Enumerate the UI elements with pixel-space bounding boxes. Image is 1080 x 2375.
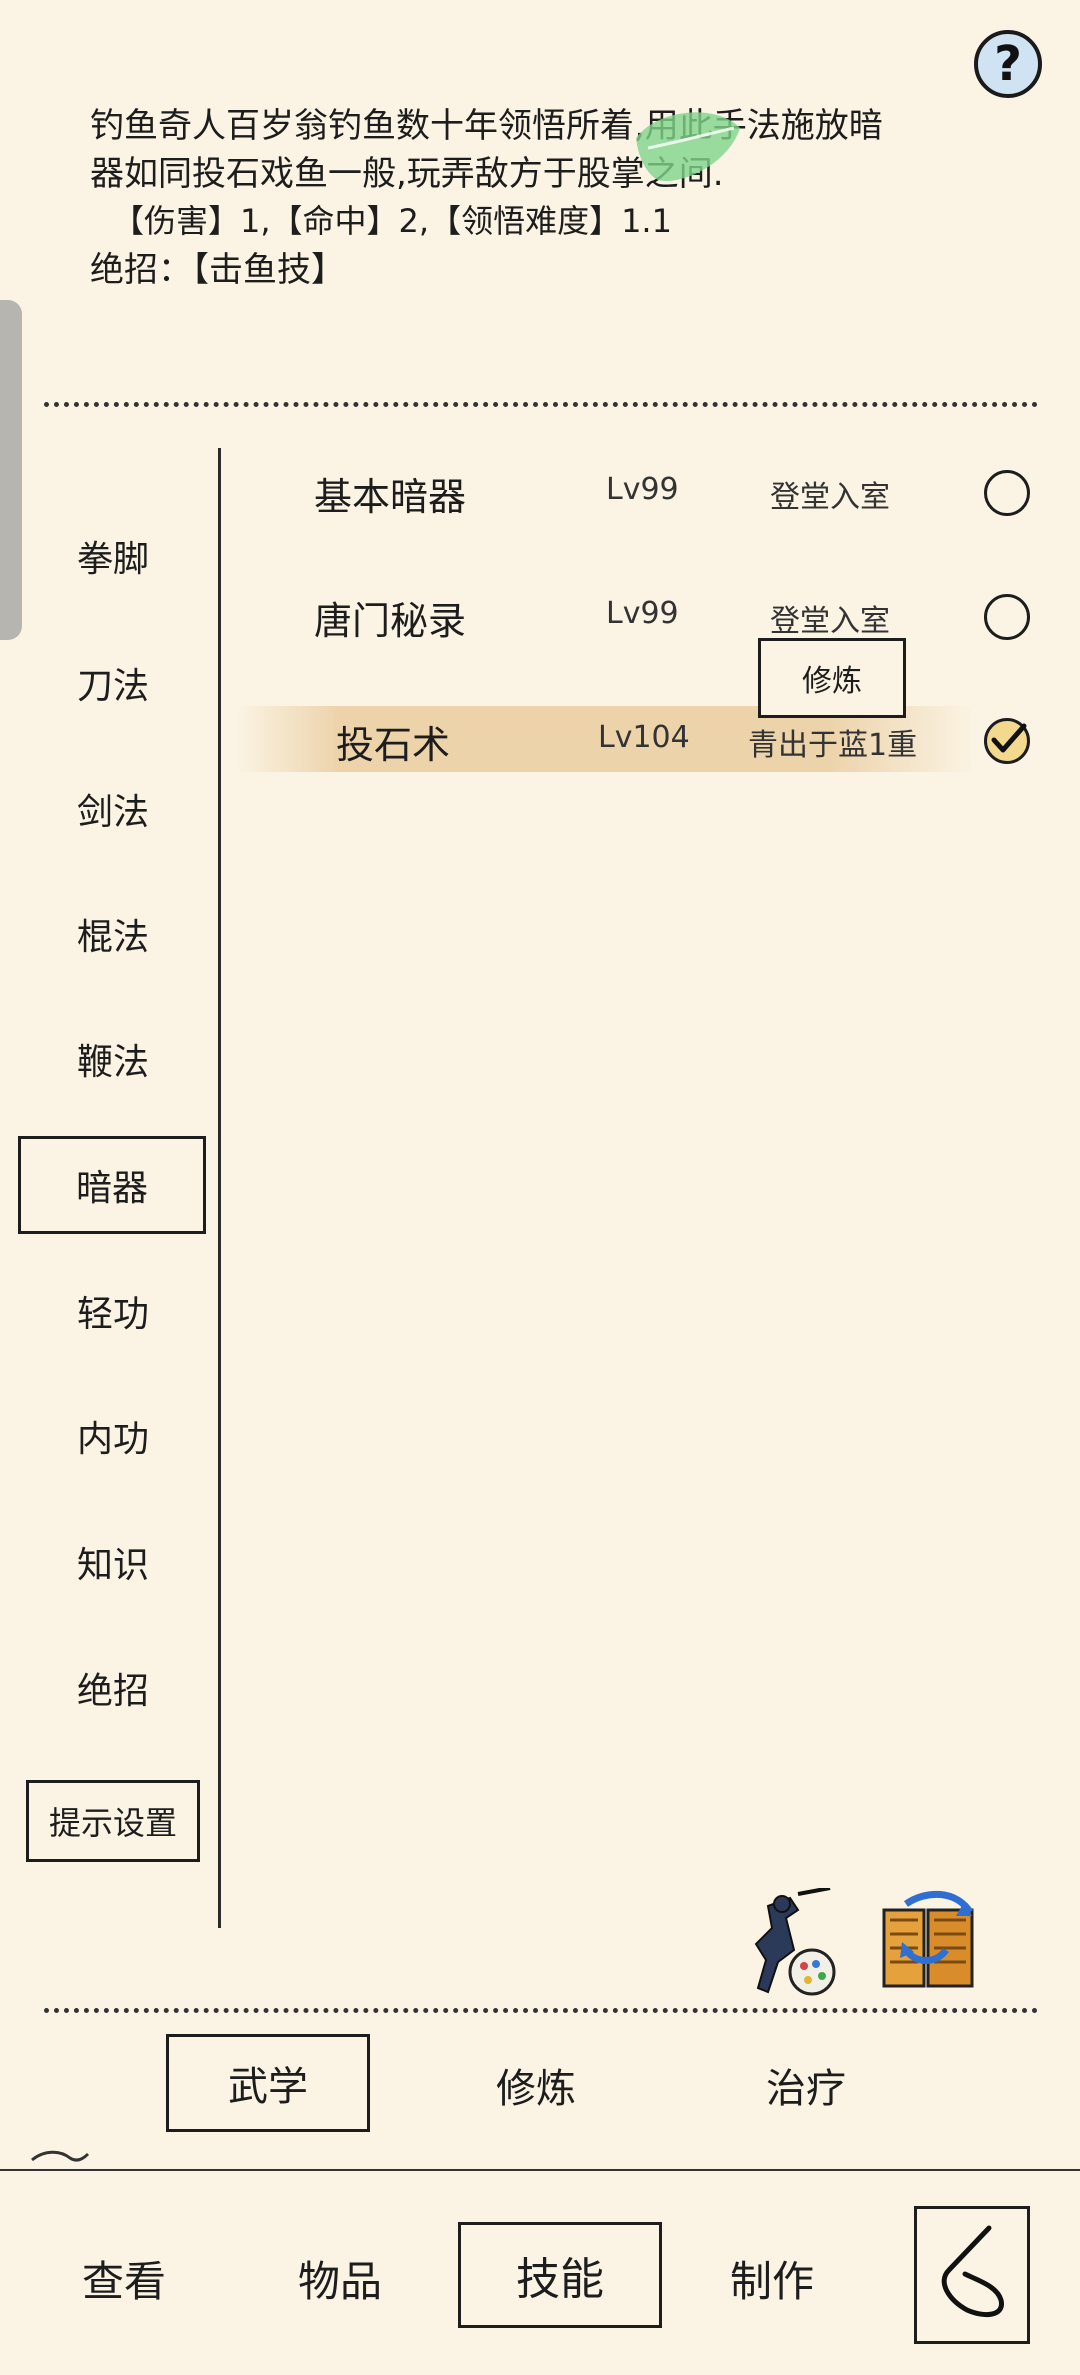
nav-skills[interactable]: 技能: [458, 2222, 662, 2328]
nav-view[interactable]: 查看: [82, 2248, 166, 2309]
ninja-customize-icon[interactable]: [738, 1888, 844, 1998]
back-arrow-icon: [941, 2225, 1004, 2318]
category-label: 棍法: [76, 917, 149, 958]
category-label: 绝招: [76, 1671, 149, 1712]
skill-level: Lv99: [606, 596, 679, 631]
skill-stage: 登堂入室: [770, 604, 890, 639]
question-mark-icon: ?: [994, 36, 1022, 92]
category-neigong[interactable]: 内功: [30, 1396, 196, 1476]
edge-drawer-handle[interactable]: [0, 300, 22, 640]
category-jianfa[interactable]: 剑法: [30, 769, 196, 849]
skill-stats: 【伤害】1,【命中】2,【领悟难度】1.1: [112, 202, 672, 240]
subtab-healing[interactable]: 治疗: [766, 2056, 846, 2114]
nav-divider: [0, 2169, 1080, 2171]
skill-ultimate: 绝招：【击鱼技】: [90, 250, 345, 290]
category-label: 剑法: [76, 792, 149, 833]
skill-select-radio-checked[interactable]: [984, 718, 1030, 764]
category-label: 轻功: [76, 1294, 149, 1335]
category-label: 刀法: [76, 666, 149, 707]
category-zhishi[interactable]: 知识: [30, 1522, 196, 1602]
divider-bottom: [44, 2008, 1038, 2013]
subtab-martial-arts[interactable]: 武学: [166, 2034, 370, 2132]
category-label: 知识: [76, 1545, 149, 1586]
checkmark-icon: [991, 723, 1027, 753]
leaf-overlay-icon: [636, 112, 740, 182]
category-label: 暗器: [75, 1168, 148, 1209]
category-qinggong[interactable]: 轻功: [30, 1271, 196, 1351]
back-button[interactable]: [914, 2206, 1030, 2344]
skill-select-radio[interactable]: [984, 594, 1030, 640]
subtab-practice[interactable]: 修炼: [496, 2056, 576, 2114]
skill-name[interactable]: 唐门秘录: [314, 590, 466, 645]
category-juezhao[interactable]: 绝招: [30, 1648, 196, 1728]
skill-name[interactable]: 基本暗器: [314, 466, 466, 521]
category-anqi[interactable]: 暗器: [18, 1136, 206, 1234]
skill-level: Lv104: [598, 720, 690, 755]
skill-stage: 登堂入室: [770, 480, 890, 515]
nav-craft[interactable]: 制作: [730, 2248, 814, 2309]
category-gunfa[interactable]: 棍法: [30, 894, 196, 974]
practice-button[interactable]: 修炼: [758, 638, 906, 718]
book-swap-icon[interactable]: [876, 1890, 982, 1996]
category-label: 内功: [76, 1419, 149, 1460]
skill-description-line-1: 钓鱼奇人百岁翁钓鱼数十年领悟所着,用此手法施放暗: [90, 106, 883, 146]
divider-top: [44, 402, 1038, 407]
skill-select-radio[interactable]: [984, 470, 1030, 516]
category-daofa[interactable]: 刀法: [30, 643, 196, 723]
category-label: 拳脚: [76, 539, 149, 580]
skill-name[interactable]: 投石术: [336, 714, 450, 769]
skill-level: Lv99: [606, 472, 679, 507]
sidebar-divider: [218, 448, 221, 1928]
nav-items[interactable]: 物品: [298, 2248, 382, 2309]
hint-settings-button[interactable]: 提示设置: [26, 1780, 200, 1862]
brush-stroke-decoration: [31, 2150, 90, 2162]
category-bianfa[interactable]: 鞭法: [30, 1019, 196, 1099]
skill-stage: 青出于蓝1重: [748, 728, 918, 763]
category-label: 鞭法: [76, 1042, 149, 1083]
category-quanjiao[interactable]: 拳脚: [30, 516, 196, 596]
help-button[interactable]: ?: [974, 30, 1042, 98]
